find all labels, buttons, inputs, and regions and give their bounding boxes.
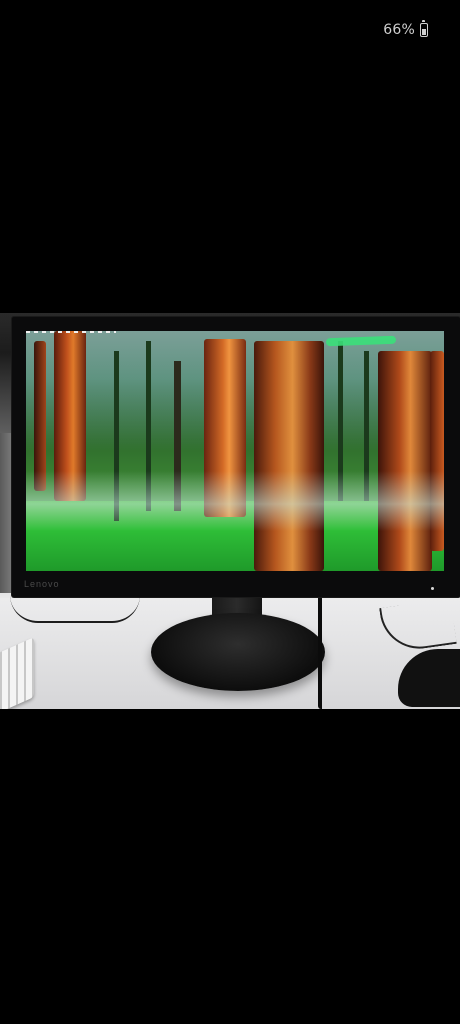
screen-artifact [26,331,116,333]
monitor-brand-logo: Lenovo [24,579,60,589]
cable [10,595,140,623]
battery-percent: 66% [383,22,415,38]
power-led [431,587,434,590]
battery-icon [420,20,428,37]
wallpaper-mist [26,471,444,531]
monitor-stand-base [151,613,325,691]
viewer-background [0,709,460,1024]
monitor-screen-wallpaper [26,331,444,571]
status-bar: 66% [0,0,460,60]
wallpaper-redwood [254,341,324,571]
monitor-cable [318,595,330,709]
photo-view: Lenovo [0,313,460,709]
battery-indicator: 66% [383,20,428,38]
monitor: Lenovo [12,317,460,597]
wallpaper-redwood [34,341,46,491]
wallpaper-redwood [378,351,432,571]
